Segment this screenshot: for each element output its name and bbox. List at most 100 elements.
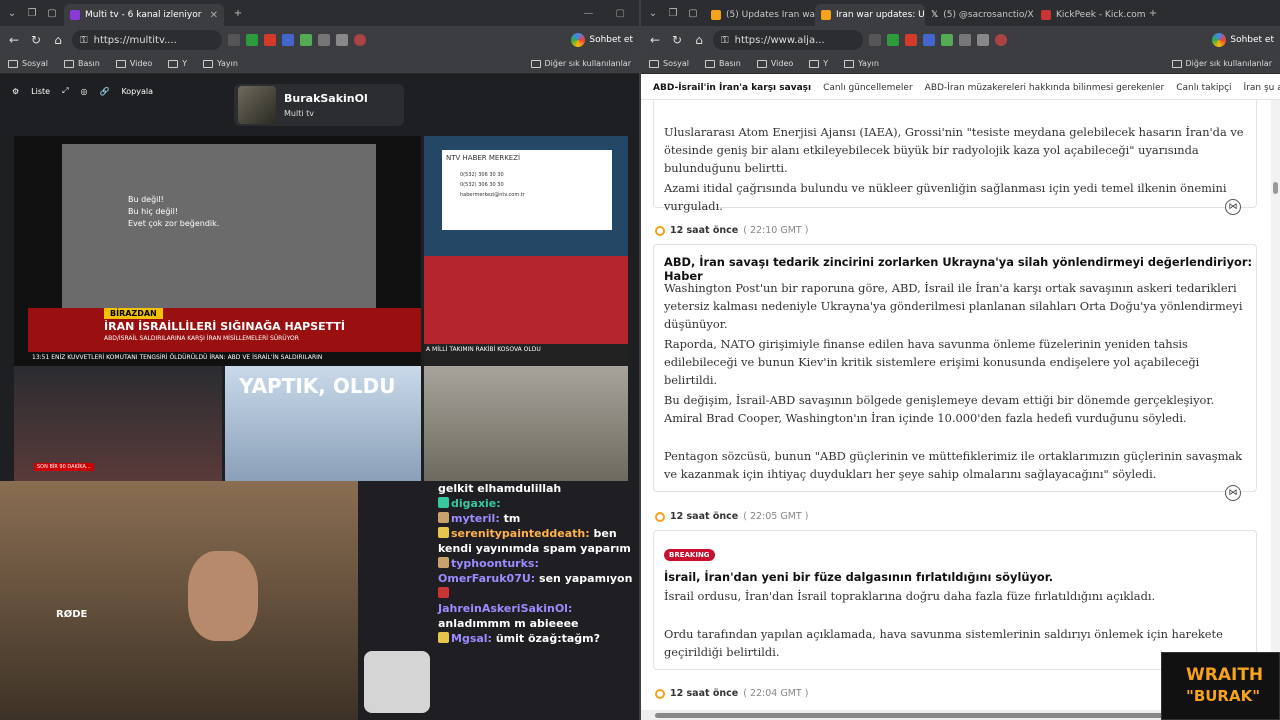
chat-user[interactable]: OmerFaruk07U: [438, 572, 535, 585]
close-icon[interactable]: ✕ [210, 10, 218, 21]
topic-tab[interactable]: ABD-İran müzakereleri hakkında bilinmesi… [925, 83, 1165, 93]
bookmark-folder[interactable]: Sosyal [649, 59, 689, 68]
tv-tile-city-cam[interactable] [424, 366, 628, 481]
site-info-icon[interactable]: ⚿ [80, 35, 88, 46]
chat-text: gelkit elhamdulillah [438, 482, 562, 495]
x-logo-icon: 𝕏 [931, 10, 939, 20]
copilot-button[interactable]: Sohbet et [1212, 33, 1274, 47]
tab-multitv[interactable]: Multi tv - 6 kanal izleniyor ✕ [64, 4, 224, 26]
share-icon[interactable]: ⋈ [1225, 485, 1241, 501]
article-paragraph: Pentagon sözcüsü, bunun "ABD güçlerinin … [664, 449, 1243, 481]
other-favorites[interactable]: Diğer sık kullanılanlar [1171, 59, 1272, 68]
topic-tab[interactable]: Canlı takipçi [1176, 83, 1231, 93]
topic-tab[interactable]: ABD-İsrail'in İran'a karşı savaşı [653, 83, 811, 93]
tab-aljazeera-2[interactable]: Iran war updates: U.S ✕ [815, 4, 925, 26]
tv-tile-cnn[interactable]: Bu değil! Bu hiç değil! Evet çok zor beğ… [14, 136, 421, 366]
list-button[interactable]: Liste [31, 87, 50, 96]
chat-user[interactable]: serenitypainteddeath: [451, 527, 590, 540]
reload-icon[interactable]: ↻ [669, 33, 685, 47]
bookmark-folder[interactable]: Video [756, 59, 793, 68]
url-text: https://multitv.... [93, 34, 177, 46]
topic-tab[interactable]: İran şu anda da [1244, 83, 1280, 93]
extension-icon[interactable] [300, 34, 312, 46]
bookmark-label: Basın [78, 59, 100, 68]
badge-icon [438, 527, 449, 538]
settings-icon[interactable]: ⚙ [12, 87, 19, 96]
extension-icon[interactable] [887, 34, 899, 46]
extension-icon[interactable] [318, 34, 330, 46]
extension-icon[interactable] [869, 34, 881, 46]
info-icon[interactable]: ◎ [80, 87, 87, 96]
reload-icon[interactable]: ↻ [28, 33, 44, 47]
url-field[interactable]: ⚿ https://multitv.... [72, 30, 222, 50]
bookmark-folder[interactable]: Sosyal [8, 59, 48, 68]
tv-tile-ad[interactable]: YAPTIK, OLDU [225, 366, 421, 481]
tab-menu-icon[interactable]: ⌄ [645, 5, 661, 21]
workspaces-icon[interactable]: ❐ [665, 5, 681, 21]
folder-icon [809, 59, 820, 68]
chat-user[interactable]: Mgsal: [451, 632, 492, 645]
topic-tab[interactable]: Canlı güncellemeler [823, 83, 913, 93]
copilot-button[interactable]: Sohbet et [571, 33, 633, 47]
subtitle-line: Bu hiç değil! [128, 207, 179, 216]
bookmark-label: Sosyal [22, 59, 48, 68]
chat-user[interactable]: typhoonturks: [451, 557, 539, 570]
extension-icon[interactable] [923, 34, 935, 46]
subtitle-block: Bu değil! Bu hiç değil! Evet çok zor beğ… [128, 194, 219, 230]
extension-icon[interactable] [959, 34, 971, 46]
extension-icon[interactable] [941, 34, 953, 46]
workspaces-icon[interactable]: ❐ [24, 5, 40, 21]
timeline-dot-icon [655, 225, 665, 236]
fullscreen-icon[interactable]: ⤢ [62, 86, 68, 96]
home-icon[interactable]: ⌂ [50, 33, 66, 47]
time-ago: 12 saat önce [670, 511, 739, 522]
other-favorites[interactable]: Diğer sık kullanılanlar [530, 59, 631, 68]
share-icon[interactable]: ⋈ [1225, 199, 1241, 215]
scroll-thumb[interactable] [655, 713, 1165, 718]
chat-user[interactable]: myteril: [451, 512, 500, 525]
extension-icon[interactable] [264, 34, 276, 46]
folder-icon [1171, 59, 1182, 68]
tab-kickpeek[interactable]: KickPeek - Kick.com [1035, 4, 1145, 26]
back-icon[interactable]: ← [647, 33, 663, 47]
extension-icon[interactable] [228, 34, 240, 46]
favorites-icon[interactable] [977, 34, 989, 46]
bookmark-folder[interactable]: Basın [705, 59, 741, 68]
tv-tile-sports[interactable]: A MİLLİ TAKIMIN RAKİBİ KOSOVA OLDU [424, 256, 628, 366]
vertical-scrollbar[interactable] [1271, 100, 1280, 710]
tab-menu-icon[interactable]: ⌄ [4, 5, 20, 21]
link-icon[interactable]: 🔗 [99, 87, 109, 96]
chat-message: typhoonturks: [438, 556, 634, 571]
minimize-icon[interactable]: — [584, 8, 594, 19]
back-icon[interactable]: ← [6, 33, 22, 47]
maximize-icon[interactable]: ▢ [616, 8, 625, 19]
chat-user[interactable]: digaxie: [451, 497, 501, 510]
profile-avatar-icon[interactable] [354, 34, 366, 46]
chat-user[interactable]: JahreinAskeriSakinOl: [438, 602, 572, 615]
copy-button[interactable]: Kopyala [121, 87, 153, 96]
tab-actions-icon[interactable]: ▢ [685, 5, 701, 21]
chat-message: gelkit elhamdulillah [438, 481, 634, 496]
home-icon[interactable]: ⌂ [691, 33, 707, 47]
site-info-icon[interactable]: ⚿ [721, 35, 729, 46]
favorites-icon[interactable] [336, 34, 348, 46]
tv-tile-ntv[interactable]: NTV HABER MERKEZİ 0(532) 306 30 30 0(532… [424, 136, 628, 256]
bookmark-folder[interactable]: Y [809, 59, 828, 68]
bookmark-folder[interactable]: Yayın [203, 59, 238, 68]
extension-icon[interactable] [246, 34, 258, 46]
new-tab-icon[interactable]: + [230, 5, 246, 21]
bookmark-folder[interactable]: Basın [64, 59, 100, 68]
bookmark-folder[interactable]: Video [115, 59, 152, 68]
scroll-thumb[interactable] [1273, 182, 1278, 194]
profile-avatar-icon[interactable] [995, 34, 1007, 46]
bookmark-folder[interactable]: Y [168, 59, 187, 68]
tab-aljazeera-1[interactable]: (5) Updates Iran war [705, 4, 815, 26]
tv-tile-interview[interactable]: SON BİR 90 DAKİKA... [14, 366, 222, 481]
url-field[interactable]: ⚿ https://www.alja... [713, 30, 863, 50]
bookmark-folder[interactable]: Yayın [844, 59, 879, 68]
tab-actions-icon[interactable]: ▢ [44, 5, 60, 21]
extension-icon[interactable] [282, 34, 294, 46]
extension-icon[interactable] [905, 34, 917, 46]
new-tab-icon[interactable]: + [1145, 5, 1161, 21]
tab-x[interactable]: 𝕏 (5) @sacrosanctio/X [925, 4, 1035, 26]
